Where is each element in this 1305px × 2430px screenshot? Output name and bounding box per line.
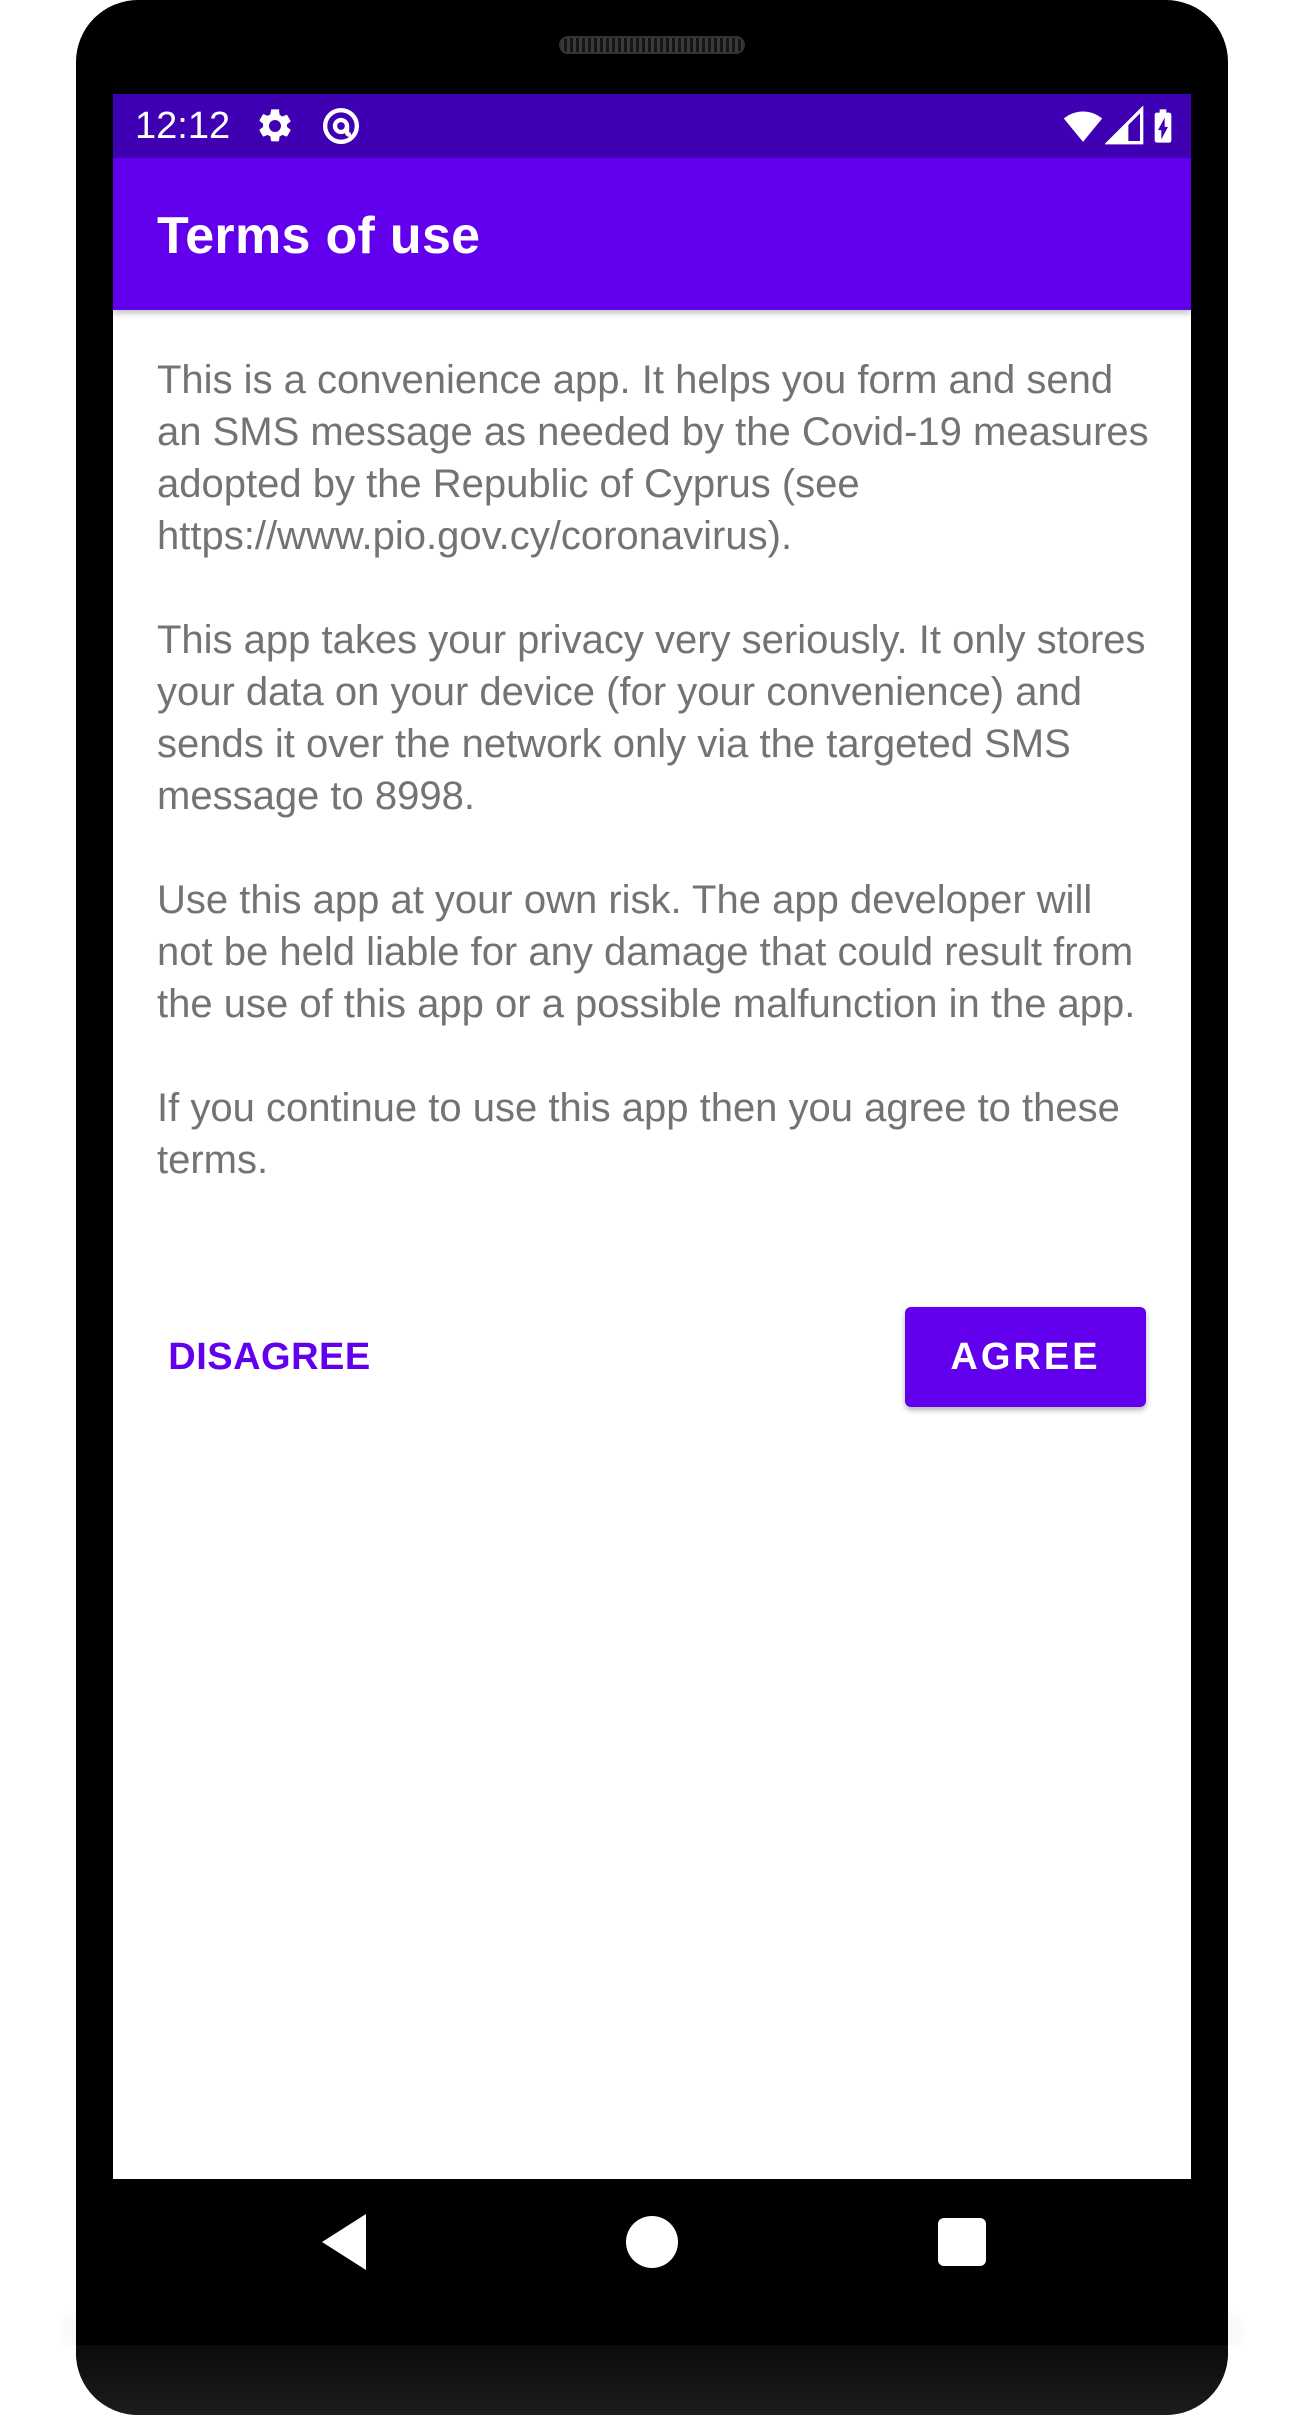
terms-paragraph-intro: This is a convenience app. It helps you … — [157, 358, 1149, 558]
device-frame-canvas: 12:12 Terms of use This is a convenience… — [0, 0, 1305, 2430]
app-bar: Terms of use — [113, 158, 1191, 310]
status-bar: 12:12 — [113, 94, 1191, 158]
cell-signal-icon — [1105, 106, 1144, 145]
home-icon[interactable] — [612, 2202, 692, 2282]
status-time: 12:12 — [135, 105, 231, 147]
terms-paragraph-privacy: This app takes your privacy very serious… — [157, 618, 1146, 818]
recents-icon[interactable] — [922, 2202, 1002, 2282]
navigation-bar — [113, 2179, 1191, 2305]
terms-paragraph-risk: Use this app at your own risk. The app d… — [157, 878, 1136, 1026]
terms-paragraph-agreement: If you continue to use this app then you… — [157, 1086, 1120, 1182]
page-title: Terms of use — [157, 207, 481, 265]
back-icon[interactable] — [306, 2202, 386, 2282]
screen: 12:12 Terms of use This is a convenience… — [113, 94, 1191, 2179]
battery-charging-icon — [1154, 109, 1172, 143]
wifi-icon — [1063, 111, 1103, 142]
terms-content: This is a convenience app. It helps you … — [157, 354, 1157, 1238]
agree-button[interactable]: AGREE — [905, 1307, 1146, 1407]
at-sign-icon — [323, 108, 359, 144]
gear-icon — [259, 109, 291, 142]
disagree-button[interactable]: DISAGREE — [157, 1307, 382, 1407]
earpiece-speaker — [559, 36, 745, 54]
